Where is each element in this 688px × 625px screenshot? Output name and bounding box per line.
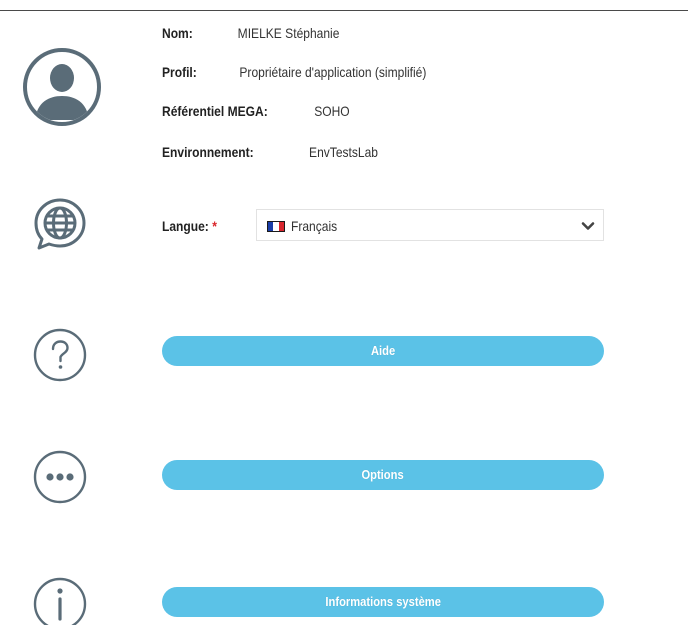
- name-row: Nom: MIELKE Stéphanie: [162, 24, 339, 42]
- user-settings-panel: Nom: MIELKE Stéphanie Profil: Propriétai…: [0, 0, 688, 625]
- top-divider: [0, 10, 688, 11]
- question-circle-icon: [33, 328, 87, 382]
- france-flag-icon: [267, 221, 285, 232]
- profile-label: Profil:: [162, 64, 197, 80]
- profile-row: Profil: Propriétaire d'application (simp…: [162, 63, 426, 81]
- repository-label: Référentiel MEGA:: [162, 103, 268, 119]
- options-button-label: Options: [361, 467, 405, 482]
- globe-speech-icon: [34, 198, 86, 250]
- profile-value: Propriétaire d'application (simplifié): [239, 64, 427, 80]
- help-button-label: Aide: [370, 343, 396, 358]
- options-button[interactable]: Options: [162, 460, 604, 490]
- environment-value: EnvTestsLab: [309, 144, 379, 160]
- environment-label: Environnement:: [162, 144, 254, 160]
- language-label: Langue: *: [162, 217, 217, 235]
- help-button[interactable]: Aide: [162, 336, 604, 366]
- language-select[interactable]: Français: [256, 209, 604, 241]
- chevron-down-icon[interactable]: [581, 219, 595, 233]
- name-label: Nom:: [162, 25, 193, 41]
- language-selected-value: Français: [291, 218, 338, 234]
- required-marker: *: [212, 218, 217, 234]
- info-circle-icon: [33, 577, 87, 625]
- environment-row: Environnement: EnvTestsLab: [162, 143, 378, 161]
- more-circle-icon: [33, 450, 87, 504]
- language-label-text: Langue:: [162, 218, 209, 234]
- system-info-button-label: Informations système: [325, 594, 441, 609]
- name-value: MIELKE Stéphanie: [237, 25, 340, 41]
- user-avatar-icon: [23, 48, 101, 126]
- repository-value: SOHO: [314, 103, 350, 119]
- system-info-button[interactable]: Informations système: [162, 587, 604, 617]
- repository-row: Référentiel MEGA: SOHO: [162, 102, 350, 120]
